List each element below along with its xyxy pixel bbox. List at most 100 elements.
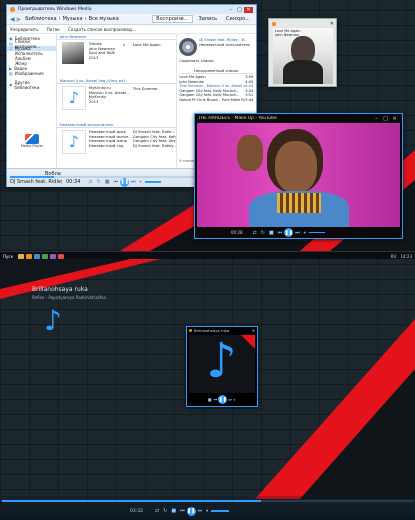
close-icon[interactable]: ✕ [330, 21, 334, 27]
tab-sync[interactable]: Синхро... [223, 16, 253, 22]
maximize-icon[interactable]: □ [381, 116, 390, 122]
repeat-icon[interactable]: ↻ [163, 508, 167, 514]
create-playlist-button[interactable]: Создать список воспроизвед... [68, 27, 136, 32]
volume-slider[interactable] [211, 510, 230, 512]
minimize-icon[interactable]: – [226, 7, 235, 13]
save-playlist-button[interactable]: Сохранить список [179, 59, 253, 63]
media-player-logo-icon [189, 329, 192, 332]
album-art-john-newman [61, 42, 84, 64]
start-button[interactable]: Пуск [0, 254, 16, 259]
language-indicator[interactable]: RU [391, 254, 397, 259]
explorer-icon[interactable] [18, 253, 24, 259]
nav-item-other-libraries[interactable]: ◉ Другие библиотеки [7, 80, 56, 90]
video-controls: 00:28 ⇄ ↻ ■ ⏮ ❚❚ ⏭ 🔈︎ [195, 227, 402, 238]
album-art-window: ✕ Love Me Again John Newman [268, 18, 337, 87]
now-playing-art [179, 38, 198, 56]
album-group[interactable]: John Newman Tribute John Newman Soul and… [56, 34, 177, 74]
volume-icon[interactable]: 🔈︎ [234, 397, 236, 402]
pause-icon[interactable]: ❚❚ [120, 177, 130, 187]
shuffle-icon[interactable]: ⇄ [253, 230, 257, 236]
album-art-placeholder: ♪ [61, 130, 86, 154]
video-titlebar: THE HARDEES - Make Up - YouTube – □ ✕ [195, 114, 402, 123]
breadcrumb-music[interactable]: Музыка [63, 16, 83, 22]
address-bar: ◀ ▶ Библиотека › Музыка › Все музыка Вос… [7, 14, 256, 25]
pause-icon[interactable]: ❚❚ [284, 228, 294, 237]
clock[interactable]: 14:23 [400, 254, 412, 259]
seek-progress [2, 500, 261, 502]
app-icon[interactable] [42, 253, 48, 259]
volume-slider[interactable] [308, 231, 325, 234]
nav-item-pictures[interactable]: ▧ Изображения [7, 71, 56, 76]
track-title[interactable]: This Summer [133, 86, 177, 91]
next-icon[interactable]: ⏭ [228, 397, 232, 402]
media-player-logo-icon [25, 134, 39, 144]
music-note-icon: ♪ [68, 132, 79, 151]
close-icon[interactable]: ✕ [252, 328, 255, 333]
breadcrumb-library[interactable]: Библиотека [25, 16, 56, 22]
mini-player-window: Brillanohsaya ruka ✕ ♪ ■ ⏮ ❚❚ ⏭ 🔈︎ [186, 326, 258, 407]
stream-button[interactable]: Поток [47, 27, 60, 32]
desktop-now-playing: Brillanohsaya ruka Reflex - Popsdyansya … [32, 286, 106, 300]
mini-player-art: ♪ [189, 335, 255, 393]
prev-icon[interactable]: ⏮ [278, 230, 283, 236]
close-icon[interactable]: ✕ [244, 6, 253, 13]
volume-icon[interactable]: 🔈︎ [140, 179, 143, 185]
wallpaper-dark-shape [0, 259, 130, 289]
back-icon[interactable]: ◀ [10, 16, 15, 23]
app-icon[interactable] [58, 253, 64, 259]
tab-play[interactable]: Воспроизв... [152, 15, 193, 23]
bottom-transport-bar: 03:32 ⇄ ↻ ■ ⏮ ❚❚ ⏭ 🔈︎ [0, 496, 415, 520]
media-player-logo-icon[interactable] [26, 253, 32, 259]
volume-slider[interactable] [144, 181, 161, 183]
close-icon[interactable]: ✕ [390, 116, 399, 122]
pause-icon[interactable]: ❚❚ [186, 506, 196, 516]
media-player-logo-icon [272, 22, 276, 26]
repeat-icon[interactable]: ↻ [97, 179, 101, 185]
breadcrumb-all-music[interactable]: Все музыка [89, 16, 119, 22]
desktop-wallpaper-bottom: Brillanohsaya ruka Reflex - Popsdyansya … [0, 259, 415, 520]
music-note-icon: ♪ [68, 88, 79, 107]
stop-icon[interactable]: ■ [208, 397, 212, 402]
seek-bar[interactable] [2, 500, 413, 502]
music-note-icon: ♪ [44, 304, 62, 337]
track-title[interactable]: DJ Smash feat. Ridley - В... [133, 144, 177, 149]
volume-icon[interactable]: 🔈︎ [304, 230, 307, 236]
browser-icon[interactable] [34, 253, 40, 259]
prev-icon[interactable]: ⏮ [180, 508, 185, 514]
media-player-titlebar: Проигрыватель Windows Media – □ ✕ [7, 5, 256, 14]
window-title: Проигрыватель Windows Media [18, 7, 92, 12]
stop-icon[interactable]: ■ [269, 230, 274, 236]
shuffle-icon[interactable]: ⇄ [88, 179, 92, 185]
forward-icon[interactable]: ▶ [17, 16, 22, 23]
minimize-icon[interactable]: – [372, 116, 381, 122]
app-icon[interactable] [50, 253, 56, 259]
album-group[interactable]: Неизвестный исполнитель ♪ Неизвестный ди… [56, 122, 177, 166]
album-group[interactable]: Mansun li vs. Alexei Veg (Vinly ed) ♪ My… [56, 78, 177, 118]
next-icon[interactable]: ⏭ [131, 179, 136, 185]
repeat-icon[interactable]: ↻ [261, 230, 265, 236]
album-art-placeholder: ♪ [61, 86, 86, 110]
arrange-button[interactable]: Упорядочить [10, 27, 39, 32]
shuffle-icon[interactable]: ⇄ [155, 508, 159, 514]
stop-icon[interactable]: ■ [105, 179, 110, 185]
playlist-item[interactable]: Dolore Pl Chris Brown - Pure Make Ri... 3… [179, 98, 253, 103]
maximize-icon[interactable]: □ [235, 7, 244, 13]
stop-icon[interactable]: ■ [171, 508, 176, 514]
pause-icon[interactable]: ❚❚ [218, 395, 228, 404]
next-icon[interactable]: ⏭ [198, 508, 203, 514]
prev-icon[interactable]: ⏮ [114, 179, 119, 185]
prev-icon[interactable]: ⏮ [214, 397, 218, 402]
wallpaper-dark-shape-right [300, 369, 415, 499]
album-list: John Newman Tribute John Newman Soul and… [56, 34, 177, 168]
tab-burn[interactable]: Запись [195, 16, 221, 22]
volume-icon[interactable]: 🔈︎ [206, 508, 209, 514]
media-player-logo-icon [10, 7, 15, 12]
track-title[interactable]: Love Me Again [133, 42, 177, 47]
toolbar: Упорядочить Поток Создать список воспрои… [7, 25, 256, 34]
now-playing-subtitle: Reflex - Popsdyansya RadioVkfrakfka [32, 295, 106, 300]
video-frame[interactable] [197, 123, 400, 227]
media-player-brand: Media Player [11, 134, 53, 148]
playlist: Love Me Again 3:59 John Newman 4:00 This S… [179, 75, 253, 103]
music-note-icon: ♪ [206, 335, 237, 389]
next-icon[interactable]: ⏭ [295, 230, 300, 236]
